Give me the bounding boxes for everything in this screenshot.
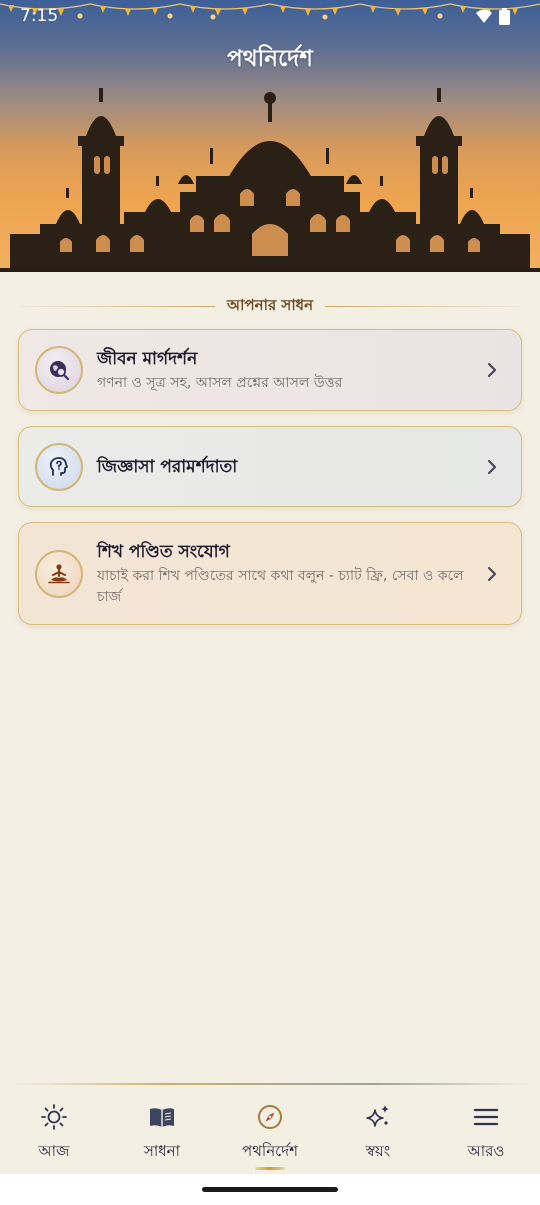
nav-item-guidance[interactable]: পথনির্দেশ <box>216 1086 324 1174</box>
status-bar: 7:15 <box>0 0 540 32</box>
chevron-right-icon <box>487 459 497 474</box>
card-title: শিখ পণ্ডিত সংযোগ <box>97 541 230 562</box>
header-banner: 7:15 পথনির্দেশ <box>0 0 540 272</box>
nav-label: স্বয়ং <box>365 1142 391 1160</box>
card-subtitle: যাচাই করা শিখ পণ্ডিতের সাথে কথা বলুন - চ… <box>97 567 464 605</box>
card-life-guidance[interactable]: জীবন মার্গদর্শন গণনা ও সূত্র সহ, আসল প্র… <box>18 329 522 411</box>
nav-item-more[interactable]: আরও <box>432 1086 540 1174</box>
card-title: জিজ্ঞাসা পরামর্শদাতা <box>97 456 238 477</box>
globe-search-icon <box>35 346 83 394</box>
nav-divider <box>10 1083 530 1085</box>
nav-label: সাধনা <box>144 1142 180 1160</box>
card-sikh-scholar-connect[interactable]: শিখ পণ্ডিত সংযোগ যাচাই করা শিখ পণ্ডিতের … <box>18 522 522 625</box>
card-subtitle: গণনা ও সূত্র সহ, আসল প্রশ্নের আসল উত্তর <box>97 374 343 391</box>
battery-icon <box>499 7 510 25</box>
menu-icon <box>473 1108 499 1126</box>
section-title: আপনার সাধন <box>226 295 314 314</box>
nav-item-self[interactable]: স্বয়ং <box>324 1086 432 1174</box>
nav-item-today[interactable]: আজ <box>0 1086 108 1174</box>
gurdwara-silhouette-illustration <box>10 88 530 268</box>
sparkles-icon <box>366 1105 389 1127</box>
page-title: পথনির্দেশ <box>227 46 313 72</box>
bottom-navigation: আজ সাধনা পথনির্দেশ স্বয়ং আরও <box>0 1086 540 1174</box>
chevron-right-icon <box>487 566 497 581</box>
nav-label: পথনির্দেশ <box>242 1142 298 1160</box>
compass-icon <box>258 1105 282 1129</box>
wifi-icon <box>476 9 492 23</box>
section-heading: আপনার সাধন <box>20 294 521 318</box>
divider-line <box>20 305 215 307</box>
nav-label: আরও <box>467 1142 505 1160</box>
meditation-icon <box>35 549 83 598</box>
head-question-icon <box>35 442 83 491</box>
book-icon <box>150 1108 174 1127</box>
chevron-right-icon <box>487 362 497 378</box>
home-gesture-handle[interactable] <box>202 1187 338 1192</box>
card-inquiry-advisor[interactable]: জিজ্ঞাসা পরামর্শদাতা <box>18 426 522 507</box>
header-divider <box>0 268 540 272</box>
divider-line <box>325 305 521 307</box>
card-title: জীবন মার্গদর্শন <box>97 348 198 369</box>
status-time: 7:15 <box>20 6 59 26</box>
nav-label: আজ <box>38 1142 70 1160</box>
active-tab-indicator <box>255 1167 285 1170</box>
sun-icon <box>41 1104 67 1130</box>
nav-item-sadhana[interactable]: সাধনা <box>108 1086 216 1174</box>
